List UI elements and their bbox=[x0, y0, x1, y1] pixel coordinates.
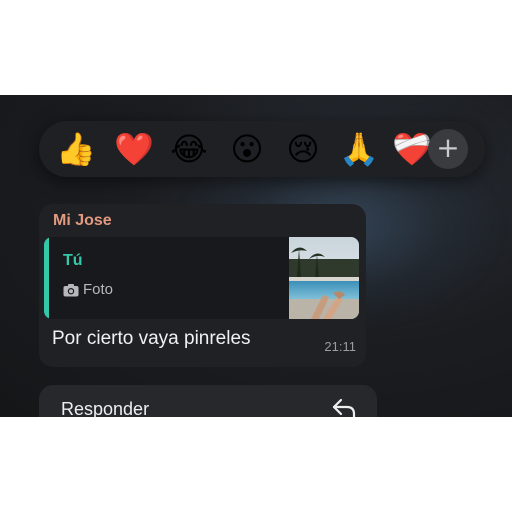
reaction-folded-hands[interactable]: 🙏 bbox=[338, 128, 380, 170]
quote-author: Tú bbox=[63, 252, 83, 269]
quote-accent-bar bbox=[44, 237, 49, 319]
plus-icon: + bbox=[436, 131, 460, 164]
reaction-thumbs-up[interactable]: 👍 bbox=[55, 128, 97, 170]
reply-arrow-icon[interactable] bbox=[331, 397, 357, 417]
reaction-astonished[interactable]: 😮 bbox=[226, 128, 268, 170]
menu-item-reply[interactable]: Responder bbox=[61, 399, 149, 417]
message-time: 21:11 bbox=[324, 339, 356, 354]
reaction-crying[interactable]: 😢 bbox=[282, 128, 324, 170]
reaction-red-heart[interactable]: ❤️ bbox=[113, 128, 155, 170]
message-text: Por cierto vaya pinreles bbox=[52, 328, 251, 349]
message-bubble[interactable]: Mi Jose Tú Foto Por cierto vaya pinreles… bbox=[39, 204, 366, 367]
sender-name: Mi Jose bbox=[53, 212, 112, 229]
add-reaction-button[interactable]: + bbox=[428, 129, 468, 169]
quote-media-label: Foto bbox=[63, 281, 113, 301]
quote-media-text: Foto bbox=[83, 281, 114, 298]
photo-thumbnail[interactable] bbox=[289, 237, 359, 319]
context-menu: Responder bbox=[39, 385, 377, 417]
reaction-tears-of-joy[interactable]: 😂 bbox=[168, 128, 210, 170]
quoted-message[interactable]: Tú Foto bbox=[44, 237, 359, 319]
reaction-picker: 👍 ❤️ 😂 😮 😢 🙏 ❤️‍🩹 + bbox=[39, 121, 485, 177]
reaction-mending-heart[interactable]: ❤️‍🩹 bbox=[391, 128, 433, 170]
camera-icon bbox=[63, 284, 79, 297]
chat-screen: 👍 ❤️ 😂 😮 😢 🙏 ❤️‍🩹 + Mi Jose Tú Foto bbox=[0, 95, 512, 417]
